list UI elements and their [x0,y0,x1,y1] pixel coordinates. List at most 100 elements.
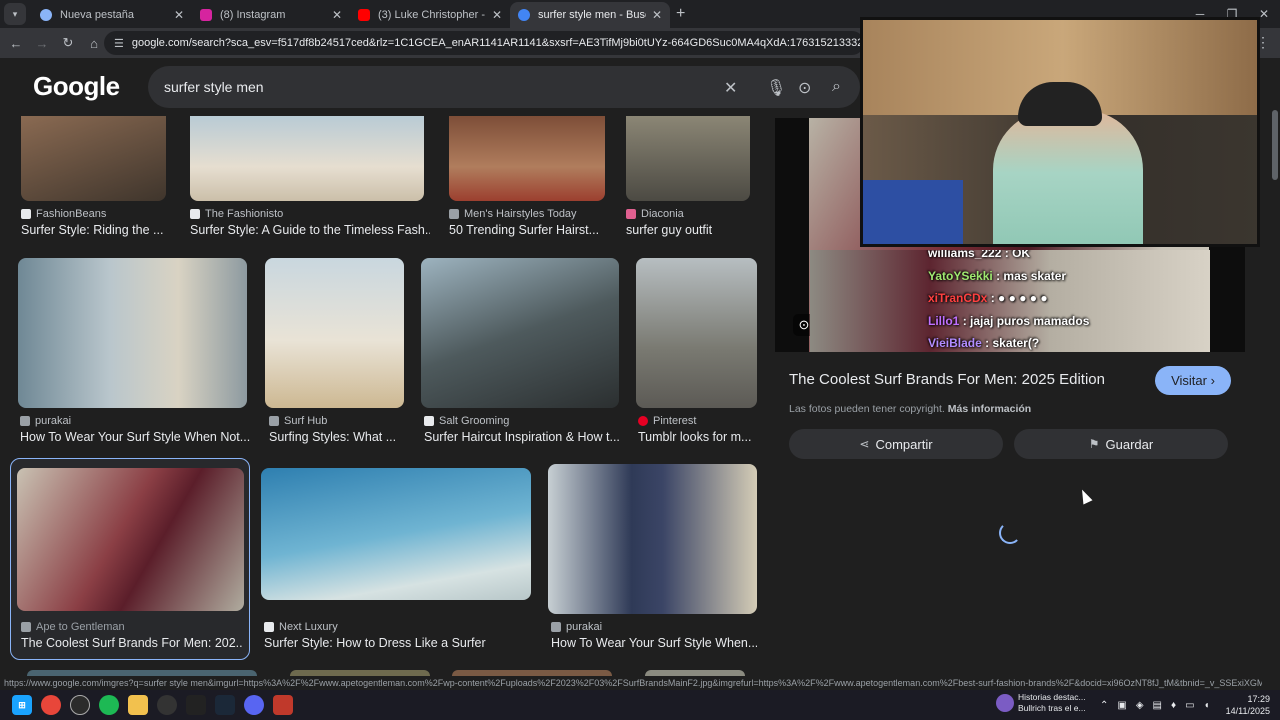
page-scrollbar[interactable] [1272,110,1278,180]
google-lens-icon[interactable]: ⊙ [798,78,811,98]
image-result[interactable]: Pinterest Tumblr looks for m... [636,258,758,448]
result-thumbnail[interactable] [21,116,166,201]
new-tab-button[interactable]: + [676,5,685,23]
close-tab-icon[interactable]: ✕ [332,8,342,22]
result-title[interactable]: How To Wear Your Surf Style When... [551,636,757,650]
windows-start-icon[interactable]: ⊞ [12,695,32,715]
preview-title[interactable]: The Coolest Surf Brands For Men: 2025 Ed… [789,371,1105,388]
image-result[interactable]: FashionBeans Surfer Style: Riding the ..… [21,116,166,246]
source-favicon-icon [424,416,434,426]
display-icon[interactable]: ▭ [1185,700,1194,711]
result-source: purakai [551,621,602,633]
result-title[interactable]: Surfer Style: A Guide to the Timeless Fa… [190,223,430,237]
tray-overflow-icon[interactable]: ⌃ [1100,700,1108,711]
clear-search-icon[interactable]: ✕ [724,78,737,98]
chrome-icon[interactable] [41,695,61,715]
search-icon[interactable]: ⌕ [832,78,841,96]
microphone-icon[interactable]: 🎙 [766,78,786,98]
source-favicon-icon [626,209,636,219]
result-thumbnail[interactable] [636,258,757,408]
result-thumbnail[interactable] [261,468,531,600]
youtube-favicon-icon [358,9,370,21]
microphone-tray-icon[interactable]: ♦ [1171,700,1176,711]
reload-icon[interactable]: ↻ [56,35,80,51]
image-result[interactable]: Next Luxury Surfer Style: How to Dress L… [261,468,533,658]
result-title[interactable]: Surfing Styles: What ... [269,430,409,444]
url-text: google.com/search?sca_esv=f517df8b24517c… [131,37,864,49]
network-icon[interactable]: ▤ [1153,700,1162,711]
system-clock[interactable]: 17:29 14/11/2025 [1222,693,1270,717]
tab-search-icon[interactable]: ▾ [4,3,26,25]
close-tab-icon[interactable]: ✕ [174,8,184,22]
more-info-link[interactable]: Más información [948,403,1031,415]
image-result[interactable]: purakai How To Wear Your Surf Style When… [18,258,250,448]
source-favicon-icon [264,622,274,632]
tray-security-icon[interactable]: ◈ [1136,700,1144,711]
result-thumbnail[interactable] [449,116,605,201]
loading-spinner-icon [999,522,1021,544]
webcam-overlay [860,17,1260,247]
volume-icon[interactable]: ◖ [1204,700,1210,711]
close-tab-icon[interactable]: ✕ [492,8,502,22]
image-result[interactable]: Men's Hairstyles Today 50 Trending Surfe… [449,116,609,246]
app-icon[interactable] [157,695,177,715]
app-icon[interactable] [273,695,293,715]
image-result[interactable]: Surf Hub Surfing Styles: What ... [265,258,410,448]
site-info-icon[interactable]: ☰ [114,37,124,50]
tab-instagram[interactable]: (8) Instagram ✕ [192,2,350,28]
result-thumbnail[interactable] [265,258,404,408]
chat-message: VieiBlade : skater(? [928,336,1040,350]
save-button[interactable]: ⚑ Guardar [1014,429,1228,459]
result-source: Surf Hub [269,415,327,427]
result-title[interactable]: surfer guy outfit [626,223,756,237]
home-icon[interactable]: ⌂ [82,36,106,51]
app-icon[interactable] [186,695,206,715]
result-title[interactable]: The Coolest Surf Brands For Men: 202... [21,636,243,650]
result-title[interactable]: How To Wear Your Surf Style When Not... [20,430,252,444]
tab-youtube[interactable]: (3) Luke Christopher - Lot to Le ✕ [350,2,510,28]
source-favicon-icon [20,416,30,426]
tab-label: (3) Luke Christopher - Lot to Le [378,9,486,21]
share-button[interactable]: ⋖ Compartir [789,429,1003,459]
result-thumbnail[interactable] [18,258,247,408]
image-result[interactable]: The Fashionisto Surfer Style: A Guide to… [190,116,430,246]
chrome-favicon-icon [40,9,52,21]
search-query: surfer style men [164,79,264,95]
visit-button[interactable]: Visitar › [1155,366,1231,395]
address-bar[interactable]: ☰ google.com/search?sca_esv=f517df8b2451… [104,31,864,55]
image-results-grid: FashionBeans Surfer Style: Riding the ..… [0,116,770,676]
search-input[interactable]: surfer style men ✕ 🎙 ⊙ ⌕ [148,66,860,108]
tab-label: (8) Instagram [220,9,286,21]
steam-icon[interactable] [215,695,235,715]
discord-icon[interactable] [244,695,264,715]
result-thumbnail[interactable] [17,468,244,611]
result-title[interactable]: Surfer Haircut Inspiration & How t... [424,430,620,444]
result-title[interactable]: Surfer Style: Riding the ... [21,223,166,237]
back-icon[interactable]: ← [4,36,28,51]
image-result[interactable]: Diaconia surfer guy outfit [626,116,756,246]
result-thumbnail[interactable] [190,116,424,201]
result-title[interactable]: Tumblr looks for m... [638,430,758,444]
result-thumbnail[interactable] [421,258,619,408]
google-logo[interactable]: Google [33,71,120,102]
news-text: Historias destac... Bullrich tras el e..… [1018,692,1086,713]
result-title[interactable]: 50 Trending Surfer Hairst... [449,223,609,237]
github-icon[interactable] [70,695,90,715]
result-title[interactable]: Surfer Style: How to Dress Like a Surfer [264,636,532,650]
image-result[interactable]: purakai How To Wear Your Surf Style When… [548,464,758,658]
chat-message: xiTranCDx : ● ● ● ● ● [928,291,1048,305]
result-thumbnail[interactable] [626,116,750,201]
file-explorer-icon[interactable] [128,695,148,715]
close-tab-icon[interactable]: ✕ [652,8,662,22]
news-widget[interactable]: Historias destac... Bullrich tras el e..… [996,692,1086,714]
tab-label: Nueva pestaña [60,9,134,21]
tab-new-tab[interactable]: Nueva pestaña ✕ [32,2,192,28]
result-thumbnail[interactable] [548,464,757,614]
spotify-icon[interactable] [99,695,119,715]
image-result-selected[interactable]: Ape to Gentleman The Coolest Surf Brands… [17,468,247,658]
image-result[interactable]: Salt Grooming Surfer Haircut Inspiration… [421,258,621,448]
forward-icon[interactable]: → [30,36,54,51]
stream-chat-overlay: williams_222 : OK YatoYSekki : mas skate… [810,250,1210,352]
tab-google-search[interactable]: surfer style men - Buscar con G ✕ [510,2,670,28]
tray-app-icon[interactable]: ▣ [1117,700,1126,711]
